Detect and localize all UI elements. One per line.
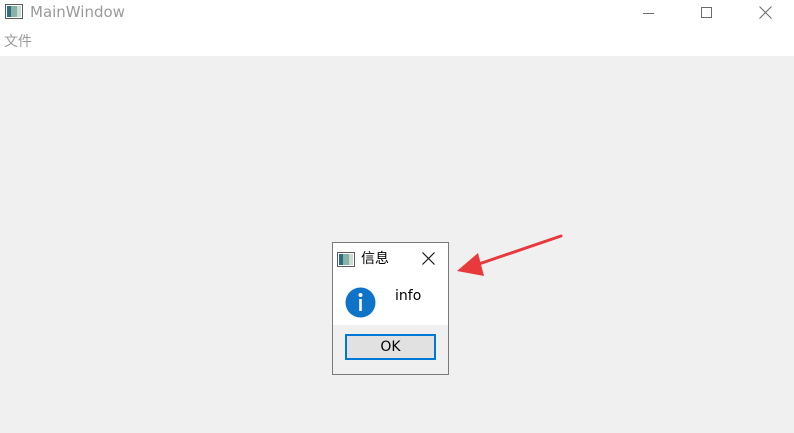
dialog-titlebar[interactable]: 信息 — [333, 243, 448, 275]
close-icon — [421, 250, 435, 269]
dialog-close-button[interactable] — [415, 247, 441, 271]
app-window-icon — [337, 252, 355, 267]
window-title: MainWindow — [30, 3, 125, 21]
minimize-button[interactable] — [626, 0, 672, 26]
ok-button[interactable]: OK — [345, 334, 436, 360]
app-window-icon — [5, 4, 23, 19]
message-dialog: 信息 info OK — [332, 242, 449, 375]
close-button[interactable] — [742, 0, 788, 26]
maximize-button[interactable] — [684, 0, 730, 26]
dialog-message: info — [395, 288, 422, 304]
info-icon — [345, 287, 376, 318]
minimize-icon — [643, 4, 655, 23]
maximize-icon — [701, 4, 713, 23]
menu-bar: 文件 — [0, 30, 794, 54]
main-window-titlebar[interactable]: MainWindow — [0, 0, 794, 26]
dialog-title: 信息 — [361, 251, 389, 267]
dialog-button-area: OK — [333, 325, 448, 374]
dialog-body: info — [333, 275, 448, 325]
menu-item-file[interactable]: 文件 — [4, 34, 32, 50]
close-icon — [758, 4, 772, 23]
